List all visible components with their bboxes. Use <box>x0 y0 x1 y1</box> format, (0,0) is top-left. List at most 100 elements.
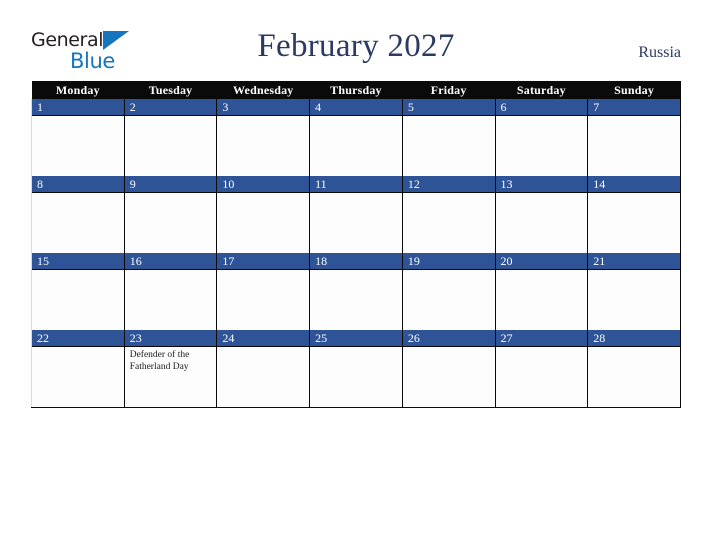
day-events <box>32 270 124 273</box>
page-title: February 2027 <box>257 28 455 64</box>
day-number: 18 <box>310 253 402 270</box>
day-events <box>125 193 217 196</box>
day-number: 26 <box>402 330 495 347</box>
calendar-header-row: Monday Tuesday Wednesday Thursday Friday… <box>31 81 681 99</box>
day-events <box>32 347 124 350</box>
calendar-day-cell[interactable]: 19 <box>401 253 496 330</box>
day-events <box>403 193 495 196</box>
day-events <box>588 193 680 196</box>
day-events <box>125 116 217 119</box>
day-events <box>217 193 309 196</box>
calendar-day-cell[interactable]: 7 <box>587 99 681 176</box>
day-events <box>310 116 402 119</box>
calendar-day-cell[interactable]: 27 <box>494 330 589 408</box>
calendar-week-row: 22 23 Defender of the Fatherland Day 24 25… <box>31 330 681 408</box>
day-number: 11 <box>310 176 402 193</box>
calendar-day-cell[interactable]: 12 <box>401 176 496 253</box>
day-number: 5 <box>402 99 495 116</box>
day-events <box>32 116 124 119</box>
event-text: Fatherland Day <box>129 361 189 372</box>
calendar-day-cell[interactable]: 9 <box>123 176 218 253</box>
day-number: 22 <box>32 330 124 347</box>
calendar-day-cell[interactable]: 28 <box>587 330 681 408</box>
calendar-day-cell[interactable]: 25 <box>309 330 403 408</box>
calendar-day-cell[interactable]: 13 <box>494 176 589 253</box>
calendar-day-cell[interactable]: 14 <box>587 176 681 253</box>
day-events <box>403 116 495 119</box>
day-events <box>496 347 588 350</box>
day-number: 9 <box>124 176 217 193</box>
day-events <box>403 270 495 273</box>
day-events <box>496 270 588 273</box>
event-text: Defender of the <box>129 350 190 360</box>
day-number: 6 <box>495 99 588 116</box>
calendar-day-cell[interactable]: 6 <box>494 99 589 176</box>
day-events <box>496 116 588 119</box>
weekday-header-friday: Friday <box>402 81 496 99</box>
day-events <box>588 270 680 273</box>
day-events <box>310 347 402 350</box>
day-events <box>217 347 309 350</box>
day-number: 1 <box>32 99 124 116</box>
day-events <box>32 193 124 196</box>
day-number: 8 <box>32 176 124 193</box>
calendar-grid: Monday Tuesday Wednesday Thursday Friday… <box>31 81 681 408</box>
day-number: 20 <box>495 253 588 270</box>
day-number: 12 <box>402 176 495 193</box>
calendar-day-cell[interactable]: 26 <box>401 330 496 408</box>
calendar-week-row: 8 9 10 11 12 13 14 <box>31 176 681 253</box>
calendar-day-cell[interactable]: 22 <box>31 330 125 408</box>
day-number: 2 <box>124 99 217 116</box>
day-events <box>496 193 588 196</box>
weekday-header-wednesday: Wednesday <box>216 81 310 99</box>
weekday-header-sunday: Sunday <box>587 81 681 99</box>
calendar-day-cell[interactable]: 17 <box>216 253 311 330</box>
calendar-body: 1 2 3 4 5 6 7 8 9 10 11 12 13 14 15 16 1… <box>31 99 681 408</box>
calendar-day-cell[interactable]: 8 <box>31 176 125 253</box>
day-events <box>588 116 680 119</box>
day-number: 23 <box>124 330 217 347</box>
day-number: 25 <box>310 330 402 347</box>
day-number: 3 <box>217 99 310 116</box>
calendar-day-cell[interactable]: 1 <box>31 99 125 176</box>
page-header: General Blue February 2027 Russia <box>0 0 712 78</box>
calendar-day-cell[interactable]: 11 <box>309 176 403 253</box>
calendar-day-cell[interactable]: 23 Defender of the Fatherland Day <box>123 330 218 408</box>
day-events <box>310 270 402 273</box>
calendar-day-cell[interactable]: 10 <box>216 176 311 253</box>
calendar-day-cell[interactable]: 16 <box>123 253 218 330</box>
calendar-week-row: 15 16 17 18 19 20 21 <box>31 253 681 330</box>
day-number: 16 <box>124 253 217 270</box>
calendar-day-cell[interactable]: 24 <box>216 330 311 408</box>
day-number: 28 <box>588 330 680 347</box>
day-number: 7 <box>588 99 680 116</box>
day-number: 27 <box>495 330 588 347</box>
day-number: 4 <box>310 99 402 116</box>
calendar-page: General Blue February 2027 Russia Monday… <box>0 0 712 550</box>
day-number: 24 <box>217 330 310 347</box>
calendar-day-cell[interactable]: 15 <box>31 253 125 330</box>
weekday-header-saturday: Saturday <box>495 81 588 99</box>
day-events <box>217 270 309 273</box>
calendar-day-cell[interactable]: 3 <box>216 99 311 176</box>
day-number: 14 <box>588 176 680 193</box>
day-number: 19 <box>402 253 495 270</box>
day-number: 21 <box>588 253 680 270</box>
day-events <box>125 270 217 273</box>
day-number: 17 <box>217 253 310 270</box>
day-number: 10 <box>217 176 310 193</box>
calendar-day-cell[interactable]: 20 <box>494 253 589 330</box>
calendar-day-cell[interactable]: 21 <box>587 253 681 330</box>
calendar-day-cell[interactable]: 18 <box>309 253 403 330</box>
day-number: 15 <box>32 253 124 270</box>
country-label: Russia <box>638 44 681 61</box>
day-events <box>588 347 680 350</box>
day-events <box>217 116 309 119</box>
calendar-week-row: 1 2 3 4 5 6 7 <box>31 99 681 176</box>
calendar-day-cell[interactable]: 4 <box>309 99 403 176</box>
weekday-header-monday: Monday <box>31 81 125 99</box>
weekday-header-tuesday: Tuesday <box>124 81 217 99</box>
day-number: 13 <box>495 176 588 193</box>
calendar-day-cell[interactable]: 5 <box>401 99 496 176</box>
calendar-day-cell[interactable]: 2 <box>123 99 218 176</box>
